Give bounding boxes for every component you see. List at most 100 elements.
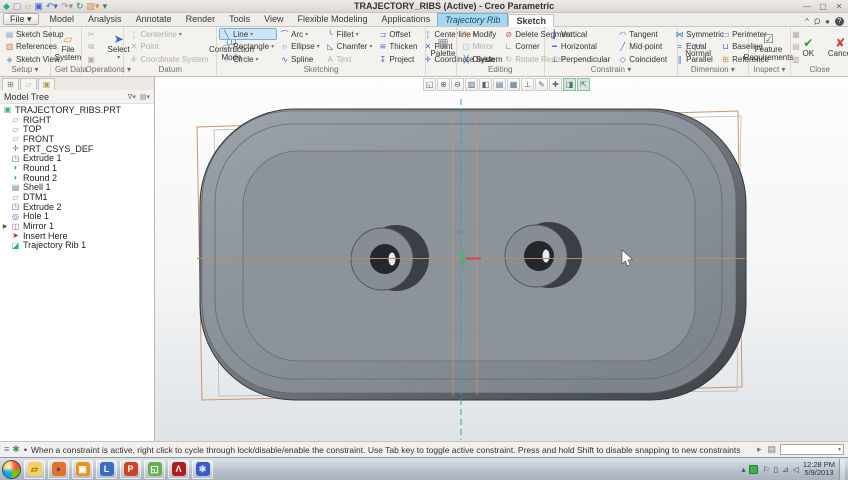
presence-icon[interactable]: ● (825, 17, 830, 26)
model-part[interactable] (200, 109, 746, 400)
thicken-button[interactable]: ≋Thicken (375, 41, 420, 53)
tangent-constraint-button[interactable]: ◠Tangent (615, 28, 670, 40)
tree-item-csys[interactable]: ✛PRT_CSYS_DEF (0, 144, 154, 154)
group-label-setup[interactable]: Setup ▾ (2, 65, 48, 76)
license-tool-taskbar-item[interactable]: L (96, 460, 117, 479)
chamfer-button[interactable]: ◺Chamfer▾ (323, 41, 376, 53)
tree-item-shell1[interactable]: ▤Shell 1 (0, 183, 154, 193)
saved-orientations-icon[interactable]: ▤ (493, 78, 506, 91)
recorder-taskbar-item[interactable]: ▣ (72, 460, 93, 479)
normal-dimension-button[interactable]: ↔Normal (680, 28, 716, 65)
message-log-icon[interactable]: ≡ (4, 444, 9, 455)
project-button[interactable]: ↧Project (375, 53, 420, 65)
ellipse-button[interactable]: ○Ellipse▾ (277, 41, 323, 53)
group-label-operations[interactable]: Operations ▾ (84, 65, 122, 76)
circle-button[interactable]: ○Circle▾ (219, 53, 277, 65)
model-tree-tab[interactable]: ⊞ (2, 78, 19, 90)
datum-display-icon[interactable]: ⊥ (521, 78, 534, 91)
tree-item-trajectory-rib1[interactable]: ◪Trajectory Rib 1 (0, 241, 154, 251)
tab-analysis[interactable]: Analysis (81, 13, 129, 26)
creo-tools-taskbar-item[interactable]: ✱ (192, 460, 213, 479)
save-file-icon[interactable]: ▣ (34, 2, 43, 11)
arc-button[interactable]: ⌒Arc▾ (277, 28, 323, 40)
tab-render[interactable]: Render (179, 13, 223, 26)
tree-settings-icon[interactable]: ▤▾ (140, 93, 150, 101)
network-icon[interactable]: ⊿ (782, 465, 789, 474)
graphics-viewport[interactable]: ◱⊕⊖▧◧▤▦⊥✎✚◨⇱ (155, 77, 848, 441)
power-icon[interactable]: ▯ (774, 465, 778, 474)
line-button[interactable]: ╲Line▾ (219, 28, 277, 40)
tab-sketch[interactable]: Sketch (508, 14, 554, 27)
tree-item-extrude2[interactable]: ◳Extrude 2 (0, 202, 154, 212)
show-desktop-button[interactable] (839, 459, 845, 480)
rectangle-button[interactable]: ▭Rectangle▾ (219, 41, 277, 53)
minimize-button[interactable]: — (801, 2, 813, 11)
ok-button[interactable]: ✔OK (793, 28, 823, 65)
tree-item-right[interactable]: ▱RIGHT (0, 115, 154, 125)
file-system-button[interactable]: ▱File System (53, 28, 83, 65)
creo-parametric-taskbar-item[interactable]: ◱ (144, 460, 165, 479)
creo-tray-status-icon[interactable] (749, 465, 758, 474)
tab-flexible-modeling[interactable]: Flexible Modeling (291, 13, 375, 26)
tree-item-round2[interactable]: ◗Round 2 (0, 173, 154, 183)
coincident-constraint-button[interactable]: ◇Coincident (615, 53, 670, 65)
spline-button[interactable]: ∿Spline (277, 53, 323, 65)
regenerate-icon[interactable]: ↻ (76, 2, 84, 11)
annotation-display-icon[interactable]: ✎ (535, 78, 548, 91)
feature-requirements-button[interactable]: ☑Feature Requirements (751, 28, 787, 65)
tree-item-front[interactable]: ▱FRONT (0, 134, 154, 144)
display-style-icon[interactable]: ◧ (479, 78, 492, 91)
volume-icon[interactable]: ◁ (793, 465, 799, 474)
creo-logo-icon[interactable]: ◆ (3, 2, 10, 11)
help-icon[interactable]: ? (835, 17, 844, 26)
tab-file[interactable]: File ▾ (3, 13, 39, 25)
tab-view[interactable]: View (257, 13, 290, 26)
tree-filter-icon[interactable]: ∇▾ (128, 93, 136, 101)
spin-center-icon[interactable]: ✚ (549, 78, 562, 91)
open-file-icon[interactable]: ▱ (24, 2, 31, 11)
title-bar[interactable]: ◆▢▱▣↶▾↷▾↻▨▾▾ TRAJECTORY_RIBS (Active) - … (0, 0, 848, 13)
tree-item-extrude1[interactable]: ◳Extrude 1 (0, 153, 154, 163)
tree-item-part[interactable]: ▣TRAJECTORY_RIBS.PRT (0, 105, 154, 115)
sketcher-display-icon[interactable]: ◨ (563, 78, 576, 91)
palette-button[interactable]: ▦Palette (428, 28, 458, 65)
tree-item-dtm1[interactable]: ▱DTM1 (0, 192, 154, 202)
offset-button[interactable]: ⊐Offset (375, 28, 420, 40)
fillet-button[interactable]: ╰Fillet▾ (323, 28, 376, 40)
favorites-tab[interactable]: ▣ (38, 78, 55, 90)
group-label-inspect[interactable]: Inspect ▾ (751, 65, 789, 76)
window-manager-icon[interactable]: ▨▾ (87, 2, 100, 11)
tab-model[interactable]: Model (43, 13, 82, 26)
adobe-reader-taskbar-item[interactable]: Λ (168, 460, 189, 479)
modify-button[interactable]: ✎Modify (459, 28, 500, 40)
boss-left[interactable] (351, 225, 429, 291)
close-button[interactable]: ✕ (833, 2, 845, 11)
taskbar-clock[interactable]: 12:28 PM 5/9/2013 (803, 461, 835, 478)
powerpoint-taskbar-item[interactable]: P (120, 460, 141, 479)
undo-icon[interactable]: ↶▾ (46, 2, 58, 11)
zoom-in-icon[interactable]: ⊕ (437, 78, 450, 91)
start-button[interactable] (2, 460, 21, 479)
restore-button[interactable]: ▢ (817, 2, 829, 11)
tab-annotate[interactable]: Annotate (129, 13, 179, 26)
group-label-constrain[interactable]: Constrain ▾ (547, 65, 675, 76)
hidden-icons-arrow[interactable]: ▴ (741, 465, 745, 474)
model-canvas[interactable] (155, 77, 848, 441)
zoom-out-icon[interactable]: ⊖ (451, 78, 464, 91)
expander-icon[interactable]: ▶ (2, 223, 8, 230)
tab-trajectory-rib[interactable]: Trajectory Rib (437, 13, 508, 26)
tree-item-round1[interactable]: ◗Round 1 (0, 163, 154, 173)
repaint-icon[interactable]: ▧ (465, 78, 478, 91)
explorer-taskbar-item[interactable]: ▱ (24, 460, 45, 479)
tree-item-hole1[interactable]: ◎Hole 1 (0, 212, 154, 222)
divide-button[interactable]: ╳Divide (459, 53, 500, 65)
tab-tools[interactable]: Tools (222, 13, 257, 26)
firefox-taskbar-item[interactable]: ● (48, 460, 69, 479)
sketch-orientation-icon[interactable]: ⇱ (577, 78, 590, 91)
tree-item-mirror1[interactable]: ▶◫Mirror 1 (0, 221, 154, 231)
cancel-button[interactable]: ✘Cancel (825, 28, 848, 65)
group-label-dimension[interactable]: Dimension ▾ (680, 65, 745, 76)
vertical-constraint-button[interactable]: ┃Vertical (547, 28, 613, 40)
collapse-ribbon-icon[interactable]: ^ (805, 17, 809, 26)
tab-applications[interactable]: Applications (375, 13, 438, 26)
